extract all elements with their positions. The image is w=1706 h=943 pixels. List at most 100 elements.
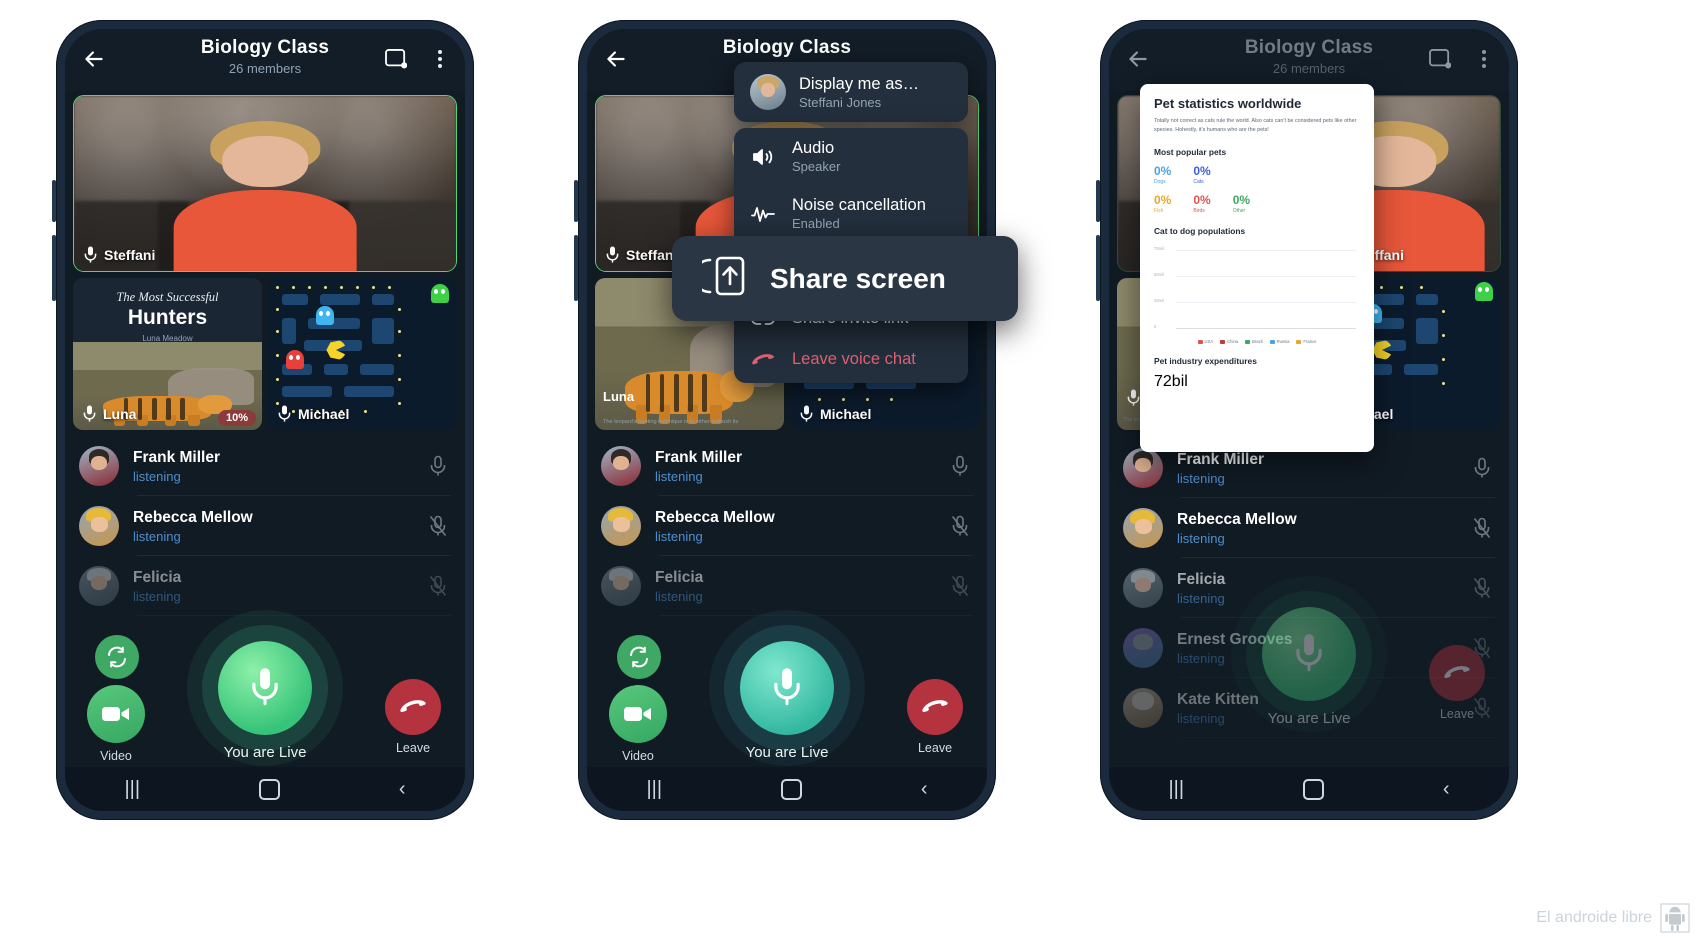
watermark: El androide libre <box>1536 903 1690 933</box>
leave-button[interactable] <box>1429 645 1485 701</box>
list-item[interactable]: Rebecca Mellow listening <box>1109 498 1509 558</box>
menu-item-noise-cancellation[interactable]: Noise cancellation Enabled <box>734 185 968 242</box>
menu-item-leave-voice-chat[interactable]: Leave voice chat <box>734 339 968 383</box>
recents-icon[interactable]: ||| <box>646 778 662 801</box>
video-button[interactable] <box>609 685 667 743</box>
leave-button-label: Leave <box>917 741 953 755</box>
tile-name-chip-luna: Luna <box>83 405 136 422</box>
microphone-muted-icon[interactable] <box>951 515 969 537</box>
avatar <box>79 566 119 606</box>
microphone-icon[interactable] <box>429 455 447 477</box>
doc-section-cat-dog: Cat to dog populations <box>1154 226 1246 237</box>
leave-button[interactable] <box>385 679 441 735</box>
video-camera-icon <box>102 707 129 721</box>
waveform-icon <box>750 205 776 223</box>
microphone-muted-icon[interactable] <box>1473 577 1491 599</box>
leave-button[interactable] <box>907 679 963 735</box>
pet-stats-grid: 0% Dogs 0% Cats 0% Fish 0% Birds 0% Othe… <box>1154 164 1360 214</box>
nav-back-icon[interactable]: ‹ <box>921 778 928 801</box>
tile-name-michael: Michael <box>298 405 350 422</box>
list-item[interactable]: Frank Miller listening <box>587 436 987 496</box>
phone-3-side-button-lower <box>1096 235 1100 301</box>
main-speaker-name-chip: Steffani <box>606 246 677 263</box>
participant-list: Frank Miller listening Rebecca Mellow li… <box>587 436 987 616</box>
shared-screen-document[interactable]: Pet statistics worldwide Totally not cor… <box>1140 84 1374 452</box>
avatar <box>1123 568 1163 608</box>
recents-icon[interactable]: ||| <box>1168 778 1184 801</box>
microphone-muted-icon[interactable] <box>951 575 969 597</box>
stat-value: 0% <box>1154 193 1172 208</box>
leave-button-label: Leave <box>1439 707 1475 721</box>
microphone-icon[interactable] <box>1473 457 1491 479</box>
legend-item: Russia <box>1269 339 1289 344</box>
menu-item-label: Audio <box>792 139 835 157</box>
camera-flip-icon <box>630 646 648 668</box>
participant-status: listening <box>1177 590 1225 606</box>
microphone-muted-icon[interactable] <box>429 575 447 597</box>
legend-label: USA <box>1204 339 1214 345</box>
microphone-muted-icon[interactable] <box>429 515 447 537</box>
phone-1-screen: Biology Class 26 members Steffani The Mo… <box>65 29 465 811</box>
video-camera-icon <box>624 707 651 721</box>
ghost-green-icon <box>431 284 449 303</box>
list-item[interactable]: Frank Miller listening <box>65 436 465 496</box>
microphone-icon[interactable] <box>951 455 969 477</box>
share-screen-label: Share screen <box>770 262 946 294</box>
tile-name-chip-michael: Michael <box>800 405 871 422</box>
picture-in-picture-icon[interactable] <box>385 49 407 69</box>
home-icon[interactable] <box>1302 778 1324 800</box>
mic-toggle-button[interactable] <box>1262 607 1356 701</box>
nav-back-icon[interactable]: ‹ <box>1443 778 1450 801</box>
android-robot-icon <box>1660 903 1690 933</box>
camera-flip-button[interactable] <box>95 635 139 679</box>
list-item[interactable]: Felicia listening <box>65 556 465 616</box>
video-tile-michael[interactable]: Michael <box>268 278 457 430</box>
overflow-menu-icon[interactable] <box>437 47 443 71</box>
participant-name: Felicia <box>1177 571 1226 589</box>
participant-name: Felicia <box>133 569 182 587</box>
nav-back-icon[interactable]: ‹ <box>399 778 406 801</box>
camera-flip-button[interactable] <box>617 635 661 679</box>
participant-status: listening <box>133 588 181 604</box>
list-item[interactable]: Felicia listening <box>587 556 987 616</box>
participant-name: Rebecca Mellow <box>133 509 253 527</box>
microphone-icon <box>83 405 96 422</box>
participant-status: listening <box>1177 530 1225 546</box>
phone-1-side-button-lower <box>52 235 56 301</box>
menu-item-label: Leave voice chat <box>792 350 916 368</box>
stat-value: 0% <box>1193 193 1211 208</box>
recents-icon[interactable]: ||| <box>124 778 140 801</box>
participant-list: Frank Miller listening Rebecca Mellow li… <box>65 436 465 616</box>
y-tick: 50mil <box>1154 272 1165 278</box>
main-video-tile[interactable]: Steffani <box>73 95 457 272</box>
menu-item-share-screen-pressed[interactable]: Share screen <box>672 236 1018 321</box>
speaker-figure <box>173 120 357 271</box>
hang-up-icon <box>400 700 426 713</box>
menu-item-audio[interactable]: Audio Speaker <box>734 128 968 185</box>
legend-label: France <box>1303 339 1317 345</box>
video-button[interactable] <box>87 685 145 743</box>
live-status-label: You are Live <box>745 744 829 761</box>
participant-status: listening <box>655 468 703 484</box>
y-tick: 25mil <box>1154 298 1165 304</box>
home-icon[interactable] <box>780 778 802 800</box>
doc-section-expenditures: Pet industry expenditures <box>1154 356 1257 367</box>
doc-title: Pet statistics worldwide <box>1154 96 1302 111</box>
participant-status: listening <box>133 528 181 544</box>
avatar <box>79 446 119 486</box>
avatar <box>750 74 786 110</box>
screenshot-stage: Biology Class 26 members Steffani The Mo… <box>0 0 1706 943</box>
avatar <box>1123 508 1163 548</box>
microphone-muted-icon[interactable] <box>1473 517 1491 539</box>
mic-toggle-button[interactable] <box>218 641 312 735</box>
display-as-card[interactable]: Display me as… Steffani Jones <box>734 62 968 122</box>
picture-in-picture-icon[interactable] <box>1429 49 1451 69</box>
mic-toggle-button[interactable] <box>740 641 834 735</box>
video-tile-luna[interactable]: The Most Successful Hunters Luna Meadow <box>73 278 262 430</box>
overflow-menu-icon[interactable] <box>1481 47 1487 71</box>
participant-status: listening <box>655 528 703 544</box>
leave-button-label: Leave <box>395 741 431 755</box>
list-item[interactable]: Rebecca Mellow listening <box>587 496 987 556</box>
list-item[interactable]: Rebecca Mellow listening <box>65 496 465 556</box>
home-icon[interactable] <box>258 778 280 800</box>
